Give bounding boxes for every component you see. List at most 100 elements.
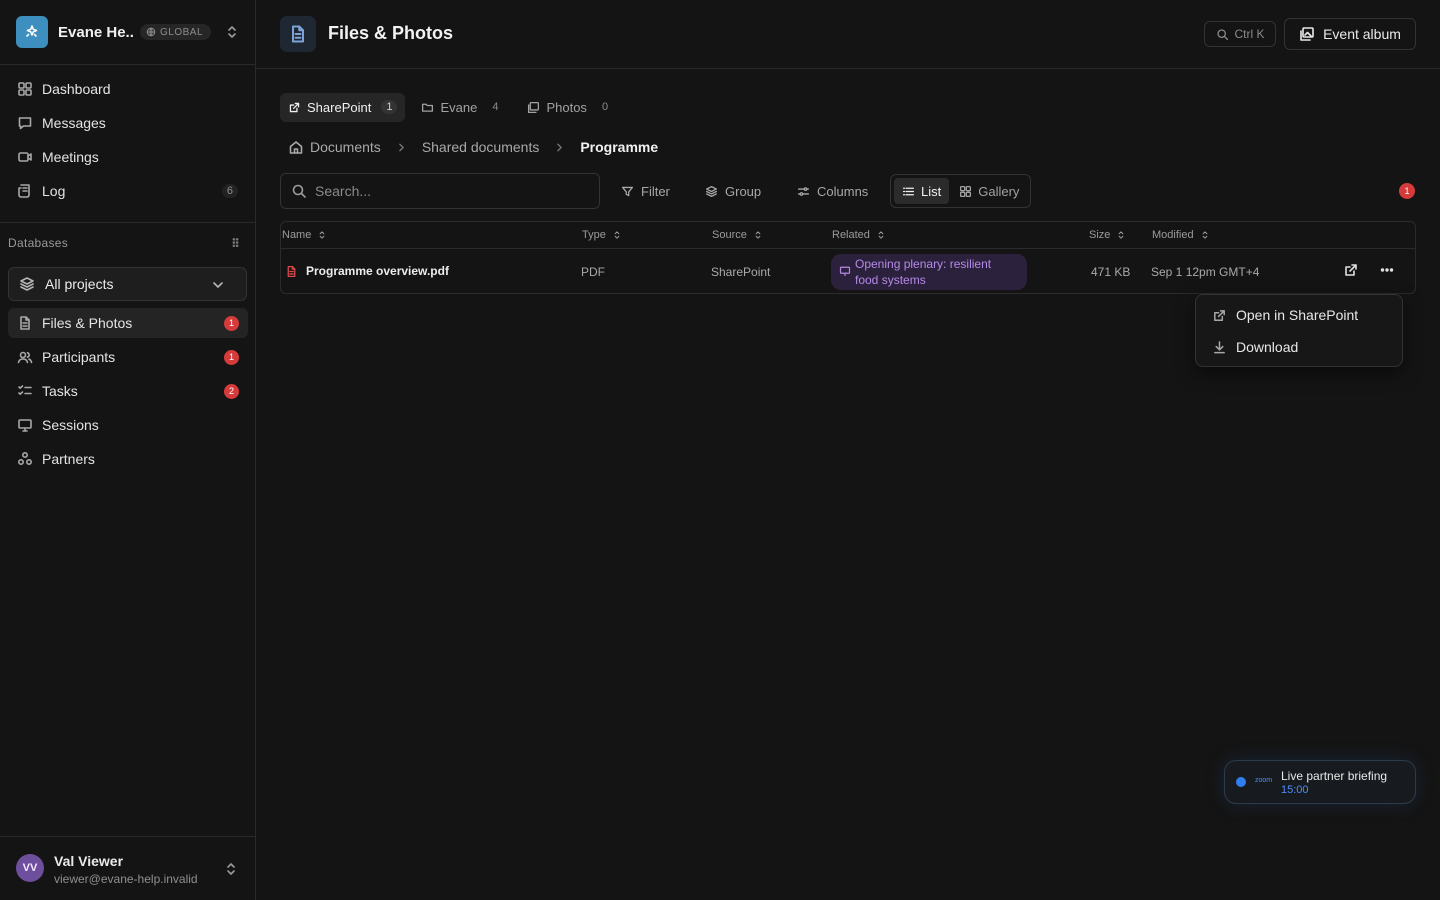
checklist-icon <box>18 385 32 395</box>
column-header-name[interactable]: Name <box>282 229 327 241</box>
group-button[interactable]: Group <box>705 180 761 202</box>
file-name: Programme overview.pdf <box>306 264 449 278</box>
file-size: 471 KB <box>1091 265 1131 279</box>
search-input[interactable] <box>315 183 585 199</box>
columns-button[interactable]: Columns <box>797 180 868 202</box>
related-line-2: food systems <box>855 273 926 287</box>
event-album-button[interactable]: Event album <box>1284 18 1416 50</box>
project-select[interactable]: All projects <box>8 267 247 301</box>
breadcrumb-item-documents[interactable]: Documents <box>310 139 381 155</box>
notification-badge: 1 <box>224 349 239 365</box>
chevron-down-icon <box>213 282 223 288</box>
related-session-chip[interactable]: Opening plenary: resilient food systems <box>831 254 1027 290</box>
main-nav: Dashboard Messages Meetings Log 6 <box>8 74 248 210</box>
table-header: Name Type Source Related Size Modified <box>281 222 1415 249</box>
file-modified: Sep 1 12pm GMT+4 <box>1151 265 1260 279</box>
column-label: Modified <box>1152 229 1194 241</box>
gallery-icon <box>960 185 972 197</box>
nav-item-dashboard[interactable]: Dashboard <box>8 74 248 104</box>
more-options-icon[interactable] <box>1379 262 1395 278</box>
images-icon <box>528 101 540 113</box>
file-name-cell[interactable]: Programme overview.pdf <box>285 264 449 278</box>
column-header-size[interactable]: Size <box>1089 229 1126 241</box>
presentation-icon <box>18 419 32 432</box>
chevron-up-down-icon <box>227 863 235 875</box>
file-icon <box>20 316 30 330</box>
tab-label: Photos <box>546 99 587 115</box>
table-row[interactable]: Programme overview.pdf PDF SharePoint Op… <box>281 250 1415 294</box>
view-gallery-label: Gallery <box>978 183 1020 199</box>
tab-count: 1 <box>381 100 398 114</box>
command-search-button[interactable]: Ctrl K <box>1204 21 1276 47</box>
tab-label: SharePoint <box>307 99 372 115</box>
nav-item-label: Dashboard <box>42 81 111 97</box>
home-icon <box>289 141 303 154</box>
tab-count: 0 <box>601 101 609 113</box>
view-gallery-button[interactable]: Gallery <box>951 178 1027 204</box>
live-meeting-toast[interactable]: zoom Live partner briefing 15:00 <box>1224 760 1416 804</box>
source-tabs: SharePoint 1 Evane 4 Photos 0 <box>280 92 621 122</box>
notification-badge[interactable]: 1 <box>1399 183 1415 199</box>
column-header-related[interactable]: Related <box>832 229 886 241</box>
databases-heading: Databases <box>8 236 69 250</box>
view-toggle: List Gallery <box>890 174 1031 208</box>
nav-item-partners[interactable]: Partners <box>8 444 248 474</box>
menu-item-open-sharepoint[interactable]: Open in SharePoint <box>1200 299 1398 331</box>
avatar: VV <box>16 854 44 882</box>
open-external-icon[interactable] <box>1343 262 1359 278</box>
live-indicator <box>1236 777 1246 787</box>
column-header-source[interactable]: Source <box>712 229 763 241</box>
sliders-icon <box>797 186 810 196</box>
filter-button[interactable]: Filter <box>621 180 670 202</box>
breadcrumb-item-shared-documents[interactable]: Shared documents <box>422 139 540 155</box>
nav-item-log[interactable]: Log 6 <box>8 176 248 206</box>
nav-item-label: Log <box>42 183 66 199</box>
nav-item-participants[interactable]: Participants 1 <box>8 342 248 372</box>
column-header-modified[interactable]: Modified <box>1152 229 1210 241</box>
user-name: Val Viewer <box>54 853 124 869</box>
search-box[interactable] <box>280 173 600 209</box>
workspace-scope-label: GLOBAL <box>160 26 204 38</box>
breadcrumb-current: Programme <box>580 139 659 155</box>
tab-sharepoint[interactable]: SharePoint 1 <box>280 92 406 122</box>
breadcrumb: Documents Shared documents Programme <box>288 137 658 157</box>
drag-handle-icon[interactable] <box>229 236 242 249</box>
view-list-button[interactable]: List <box>894 178 950 204</box>
menu-item-download[interactable]: Download <box>1200 331 1398 363</box>
nav-item-messages[interactable]: Messages <box>8 108 248 138</box>
tab-count: 4 <box>492 101 499 113</box>
workspace-switcher[interactable]: Evane He... GLOBAL <box>16 16 248 48</box>
nav-item-label: Participants <box>42 349 116 365</box>
sort-icon <box>614 231 620 239</box>
nav-item-label: Partners <box>42 451 95 467</box>
scroll-icon <box>18 184 30 198</box>
file-type: PDF <box>581 265 605 279</box>
page-title: Files & Photos <box>328 23 454 43</box>
nav-item-meetings[interactable]: Meetings <box>8 142 248 172</box>
nav-item-label: Tasks <box>42 383 78 399</box>
nav-item-sessions[interactable]: Sessions <box>8 410 248 440</box>
list-icon <box>902 187 915 195</box>
divider <box>0 64 255 65</box>
nav-item-tasks[interactable]: Tasks 2 <box>8 376 248 406</box>
filter-icon <box>621 186 634 196</box>
filter-label: Filter <box>641 183 670 199</box>
row-actions-menu: Open in SharePoint Download <box>1195 294 1403 367</box>
message-icon <box>18 117 32 130</box>
grid-icon <box>18 82 32 96</box>
search-icon <box>1216 28 1228 40</box>
menu-item-label: Open in SharePoint <box>1236 307 1359 323</box>
layers-icon <box>20 277 34 291</box>
tab-evane[interactable]: Evane 4 <box>413 93 511 122</box>
nav-item-files-photos[interactable]: Files & Photos 1 <box>8 308 248 338</box>
columns-label: Columns <box>817 183 869 199</box>
tab-photos[interactable]: Photos 0 <box>519 93 621 122</box>
shortcut-label: Ctrl K <box>1234 27 1265 41</box>
user-menu[interactable]: VV Val Viewer viewer@evane-help.invalid <box>0 836 255 900</box>
tab-label: Evane <box>440 99 478 115</box>
external-link-icon <box>1214 309 1225 321</box>
live-meeting-title: Live partner briefing <box>1281 769 1388 783</box>
column-header-type[interactable]: Type <box>582 229 622 241</box>
column-label: Size <box>1089 229 1111 241</box>
app-root: Evane He... GLOBAL Dashboard Messages Me… <box>0 0 1440 900</box>
